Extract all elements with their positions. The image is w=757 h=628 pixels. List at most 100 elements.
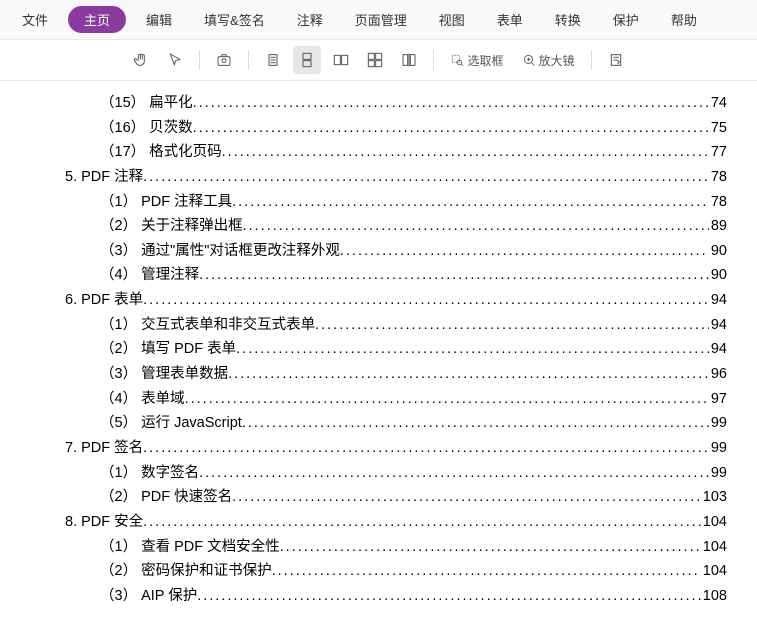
- toc-page: 104: [701, 535, 727, 560]
- toc-dots: [228, 362, 709, 387]
- toc-dots: [222, 140, 709, 165]
- toc-line[interactable]: （1）交互式表单和非交互式表单94: [30, 313, 727, 338]
- toc-page: 103: [701, 485, 727, 510]
- menu-item-8[interactable]: 转换: [543, 6, 593, 33]
- toc-page: 104: [701, 510, 727, 535]
- single-page-button[interactable]: [259, 46, 287, 74]
- toc-line[interactable]: （2）PDF 快速签名103: [30, 485, 727, 510]
- toc-page: 96: [709, 362, 727, 387]
- toc-line[interactable]: （3）通过"属性"对话框更改注释外观90: [30, 239, 727, 264]
- menu-item-5[interactable]: 页面管理: [343, 6, 419, 33]
- toc-line[interactable]: （15）扁平化74: [30, 91, 727, 116]
- toc-dots: [143, 436, 709, 461]
- toc-number: （15）: [100, 91, 145, 116]
- toc-number: （2）: [100, 559, 137, 584]
- toc-line[interactable]: 6.PDF 表单94: [30, 288, 727, 313]
- toc-line[interactable]: （3）管理表单数据96: [30, 362, 727, 387]
- menu-item-6[interactable]: 视图: [427, 6, 477, 33]
- toc-page: 99: [709, 436, 727, 461]
- menu-item-2[interactable]: 编辑: [134, 6, 184, 33]
- toc-number: 5.: [65, 165, 77, 190]
- toc-number: （3）: [100, 239, 137, 264]
- toc-dots: [199, 461, 709, 486]
- toc-line[interactable]: （16）贝茨数 75: [30, 116, 727, 141]
- toc-dots: [232, 190, 709, 215]
- toc-page: 99: [709, 461, 727, 486]
- toc-title: 交互式表单和非交互式表单: [141, 313, 315, 338]
- magnifier-button[interactable]: 放大镜: [516, 46, 581, 74]
- toc-page: 94: [709, 337, 727, 362]
- toc-line[interactable]: （17）格式化页码77: [30, 140, 727, 165]
- menu-item-10[interactable]: 帮助: [659, 6, 709, 33]
- toc-title: PDF 签名: [81, 436, 143, 461]
- toc-number: 7.: [65, 436, 77, 461]
- marquee-zoom-label: 选取框: [467, 52, 503, 69]
- toc-title: PDF 注释工具: [141, 190, 232, 215]
- toc-title: 贝茨数: [149, 116, 193, 141]
- hand-tool-button[interactable]: [127, 46, 155, 74]
- marquee-zoom-button[interactable]: 选取框: [444, 46, 509, 74]
- reflow-button[interactable]: [602, 46, 630, 74]
- toc-dots: [243, 214, 709, 239]
- toc-number: （4）: [100, 387, 137, 412]
- toc-number: （16）: [100, 116, 145, 141]
- toc-page: 104: [701, 559, 727, 584]
- toc-line[interactable]: 7.PDF 签名 99: [30, 436, 727, 461]
- toc-dots: [315, 313, 709, 338]
- two-page-continuous-button[interactable]: [361, 46, 389, 74]
- toc-page: 90: [709, 263, 727, 288]
- toolbar: 选取框 放大镜: [0, 40, 757, 81]
- toc-title: 密码保护和证书保护: [141, 559, 272, 584]
- toc-number: （5）: [100, 411, 137, 436]
- two-page-button[interactable]: [327, 46, 355, 74]
- split-view-button[interactable]: [395, 46, 423, 74]
- menu-item-0[interactable]: 文件: [10, 6, 60, 33]
- toc-page: 94: [709, 288, 727, 313]
- toc-line[interactable]: （2）关于注释弹出框89: [30, 214, 727, 239]
- toc-line[interactable]: （1）数字签名 99: [30, 461, 727, 486]
- toc-line[interactable]: （2）填写 PDF 表单94: [30, 337, 727, 362]
- toc-number: （2）: [100, 214, 137, 239]
- toc-title: 数字签名: [141, 461, 199, 486]
- toc-line[interactable]: （5）运行 JavaScript 99: [30, 411, 727, 436]
- toc-line[interactable]: 5.PDF 注释78: [30, 165, 727, 190]
- separator: [433, 50, 434, 70]
- toc-dots: [340, 239, 709, 264]
- menu-item-7[interactable]: 表单: [485, 6, 535, 33]
- toc-number: （2）: [100, 337, 137, 362]
- toc-number: （1）: [100, 461, 137, 486]
- toc-dots: [242, 411, 709, 436]
- toc-title: 运行 JavaScript: [141, 411, 242, 436]
- toc-title: PDF 快速签名: [141, 485, 232, 510]
- toc-page: 75: [709, 116, 727, 141]
- separator: [591, 50, 592, 70]
- select-tool-button[interactable]: [161, 46, 189, 74]
- toc-line[interactable]: （2）密码保护和证书保护 104: [30, 559, 727, 584]
- toc-title: 关于注释弹出框: [141, 214, 243, 239]
- toc-title: 通过"属性"对话框更改注释外观: [141, 239, 340, 264]
- continuous-page-button[interactable]: [293, 46, 321, 74]
- snapshot-tool-button[interactable]: [210, 46, 238, 74]
- toc-line[interactable]: （4）表单域97: [30, 387, 727, 412]
- menu-item-3[interactable]: 填写&签名: [192, 6, 277, 33]
- toc-dots: [199, 263, 709, 288]
- toc-line[interactable]: （3）AIP 保护108: [30, 584, 727, 609]
- toc-page: 78: [709, 165, 727, 190]
- toc-title: AIP 保护: [141, 584, 197, 609]
- toc-title: 表单域: [141, 387, 185, 412]
- toc-page: 78: [709, 190, 727, 215]
- toc-line[interactable]: （4）管理注释90: [30, 263, 727, 288]
- toc-title: PDF 安全: [81, 510, 143, 535]
- toc-page: 74: [709, 91, 727, 116]
- toc-page: 99: [709, 411, 727, 436]
- toc-line[interactable]: （1）PDF 注释工具78: [30, 190, 727, 215]
- toc-line[interactable]: 8.PDF 安全104: [30, 510, 727, 535]
- toc-line[interactable]: （1）查看 PDF 文档安全性104: [30, 535, 727, 560]
- separator: [248, 50, 249, 70]
- menu-item-4[interactable]: 注释: [285, 6, 335, 33]
- toc-title: 管理注释: [141, 263, 199, 288]
- separator: [199, 50, 200, 70]
- toc-dots: [193, 116, 709, 141]
- menu-item-9[interactable]: 保护: [601, 6, 651, 33]
- menu-item-1[interactable]: 主页: [68, 6, 126, 33]
